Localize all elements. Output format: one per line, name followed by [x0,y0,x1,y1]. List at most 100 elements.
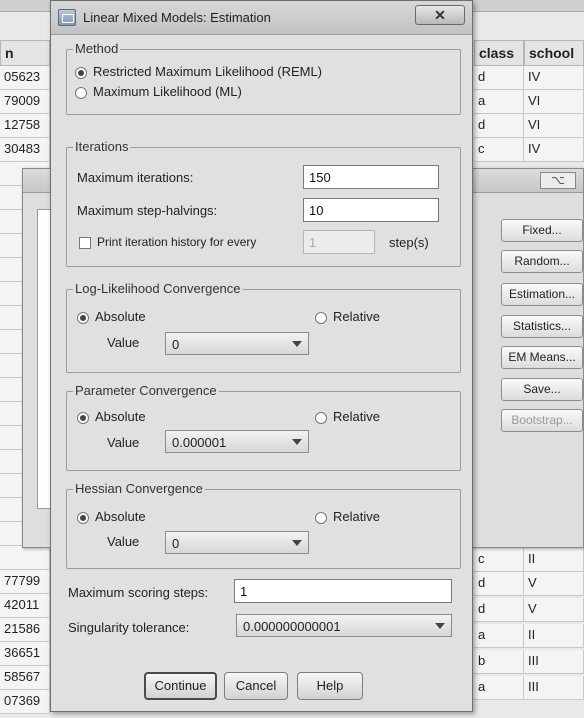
max-scoring-label: Maximum scoring steps: [68,585,209,600]
grid-cell[interactable]: VI [524,90,584,114]
app-window-icon [58,9,76,26]
grid-cell[interactable]: a [474,676,524,700]
chevron-down-icon [292,540,302,546]
param-relative-label[interactable]: Relative [333,409,380,424]
grid-cell[interactable]: 07369 [0,690,50,714]
max-iterations-input[interactable]: 150 [303,165,439,189]
grid-cell[interactable]: 36651 [0,642,50,666]
grid-cell[interactable]: b [474,650,524,674]
random-button[interactable]: Random... [501,250,583,273]
estimation-button[interactable]: Estimation... [501,283,583,306]
grid-cell[interactable]: VI [524,114,584,138]
loglik-relative-label[interactable]: Relative [333,309,380,324]
grid-cell[interactable]: a [474,90,524,114]
statistics-button[interactable]: Statistics... [501,315,583,338]
hessian-value-label: Value [107,534,140,549]
grid-cell[interactable]: 05623 [0,66,50,90]
param-value-dropdown[interactable]: 0.000001 [165,430,309,453]
grid-cell[interactable]: d [474,598,524,622]
grid-header-left: n [0,40,50,66]
fixed-button[interactable]: Fixed... [501,219,583,242]
chevron-down-icon [292,439,302,445]
close-button[interactable]: ✕ [415,5,465,25]
hessian-value-text: 0 [172,536,180,551]
parameter-group: Parameter Convergence Absolute Relative … [66,383,461,471]
help-button[interactable]: Help [297,672,363,700]
grid-cell[interactable]: V [524,598,584,622]
loglik-value-dropdown[interactable]: 0 [165,332,309,355]
print-history-checkbox[interactable] [79,237,91,249]
grid-header-class[interactable]: class [474,40,524,66]
parameter-legend: Parameter Convergence [73,383,219,398]
log-likelihood-group: Log-Likelihood Convergence Absolute Rela… [66,281,461,373]
loglik-value-label: Value [107,335,140,350]
bootstrap-button: Bootstrap... [501,409,583,432]
grid-cell[interactable]: V [524,572,584,596]
hessian-absolute-label[interactable]: Absolute [95,509,146,524]
grid-cell[interactable]: IV [524,138,584,162]
param-value-text: 0.000001 [172,435,227,450]
grid-cell[interactable]: II [524,548,584,572]
method-legend: Method [73,41,121,56]
grid-cell[interactable] [0,546,50,570]
loglik-absolute-radio[interactable] [77,312,89,324]
hessian-value-dropdown[interactable]: 0 [165,531,309,554]
parent-close-button[interactable]: ⌥ [540,172,576,189]
grid-cell[interactable]: III [524,676,584,700]
singularity-dropdown[interactable]: 0.000000000001 [236,614,452,637]
singularity-label: Singularity tolerance: [68,620,190,635]
grid-header-school[interactable]: school [524,40,584,66]
ml-label[interactable]: Maximum Likelihood (ML) [93,84,242,99]
hessian-relative-radio[interactable] [315,512,327,524]
continue-button[interactable]: Continue [144,672,217,700]
em-means-button[interactable]: EM Means... [501,346,583,369]
grid-cell[interactable]: 58567 [0,666,50,690]
reml-label[interactable]: Restricted Maximum Likelihood (REML) [93,64,322,79]
grid-cell[interactable]: c [474,548,524,572]
loglik-relative-radio[interactable] [315,312,327,324]
max-scoring-input[interactable]: 1 [234,579,452,603]
param-absolute-radio[interactable] [77,412,89,424]
hessian-group: Hessian Convergence Absolute Relative Va… [66,481,461,569]
grid-cell[interactable]: II [524,624,584,648]
print-history-input: 1 [303,230,375,254]
grid-cell[interactable]: 77799 [0,570,50,594]
grid-cell[interactable]: c [474,138,524,162]
cancel-button[interactable]: Cancel [224,672,288,700]
grid-cell[interactable]: 79009 [0,90,50,114]
estimation-dialog: Linear Mixed Models: Estimation ✕ Method… [50,0,473,712]
grid-cell[interactable]: a [474,624,524,648]
ml-radio[interactable] [75,87,87,99]
print-history-unit: step(s) [389,235,429,250]
max-step-halvings-label: Maximum step-halvings: [77,203,218,218]
max-step-halvings-input[interactable]: 10 [303,198,439,222]
grid-cell[interactable]: d [474,66,524,90]
loglik-value-text: 0 [172,337,180,352]
hessian-absolute-radio[interactable] [77,512,89,524]
param-absolute-label[interactable]: Absolute [95,409,146,424]
log-likelihood-legend: Log-Likelihood Convergence [73,281,243,296]
grid-cell[interactable]: 30483 [0,138,50,162]
loglik-absolute-label[interactable]: Absolute [95,309,146,324]
grid-cell[interactable]: III [524,650,584,674]
grid-cell[interactable]: 12758 [0,114,50,138]
singularity-value-text: 0.000000000001 [243,619,341,634]
reml-radio[interactable] [75,67,87,79]
method-group: Method Restricted Maximum Likelihood (RE… [66,41,461,115]
grid-cell[interactable]: IV [524,66,584,90]
grid-cell[interactable]: 21586 [0,618,50,642]
iterations-legend: Iterations [73,139,131,154]
hessian-relative-label[interactable]: Relative [333,509,380,524]
grid-cell[interactable]: d [474,114,524,138]
iterations-group: Iterations Maximum iterations: 150 Maxim… [66,139,461,267]
hessian-legend: Hessian Convergence [73,481,205,496]
max-iterations-label: Maximum iterations: [77,170,194,185]
chevron-down-icon [292,341,302,347]
chevron-down-icon [435,623,445,629]
print-history-label[interactable]: Print iteration history for every [97,235,256,249]
save-button[interactable]: Save... [501,378,583,401]
param-relative-radio[interactable] [315,412,327,424]
param-value-label: Value [107,435,140,450]
grid-cell[interactable]: d [474,572,524,596]
grid-cell[interactable]: 42011 [0,594,50,618]
